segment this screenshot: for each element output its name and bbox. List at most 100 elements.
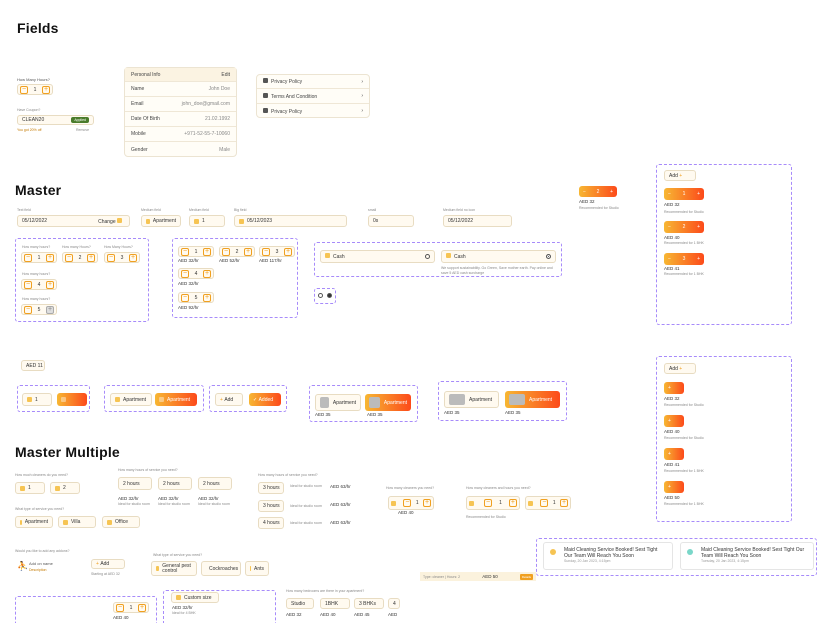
link-privacy-2[interactable]: Privacy Policy › [257, 104, 369, 118]
stepper-1[interactable]: −1 + [21, 252, 57, 263]
stepper-2[interactable]: −2 + [62, 252, 98, 263]
edit-button[interactable]: Edit [221, 72, 230, 78]
q-hours-2: How many Hours? [62, 245, 91, 249]
q-hours-3: How Many Hours? [104, 245, 133, 249]
coupon-remove-link[interactable]: Remove [76, 128, 89, 132]
summary-bar: Type: cleaner | Hours: 2 AED 50 Details [420, 572, 536, 581]
bed-studio[interactable]: Studio [286, 598, 314, 609]
stepper-4[interactable]: −4 + [21, 279, 57, 290]
coupon-field[interactable]: CLEAN20 Applied [17, 115, 94, 125]
radio-selected-icon[interactable] [327, 293, 332, 298]
option-1-selected[interactable] [57, 393, 87, 406]
text-field[interactable]: 05/12/2022 Change [17, 215, 130, 227]
type-apartment[interactable]: Apartment [15, 516, 53, 528]
minus-icon[interactable]: − [20, 85, 28, 94]
apartment-image [509, 394, 525, 405]
medium-field-2[interactable]: 1 [189, 215, 225, 227]
notification-2[interactable]: Maid Cleaning Service Booked! Sest Tight… [680, 542, 814, 570]
right-stepper-2[interactable]: −2 + [664, 221, 704, 233]
cleaners-stepper[interactable]: −1 + [388, 496, 434, 510]
stepper-5[interactable]: −5 + [21, 304, 57, 315]
hours-2a[interactable]: 2 hours [118, 477, 152, 490]
bottom-stepper[interactable]: −1 + [113, 602, 149, 613]
card-apartment[interactable]: Apartment [315, 394, 361, 411]
small-field[interactable]: 0s [368, 215, 414, 227]
right2-stepper-4[interactable]: + [664, 481, 684, 493]
right2-stepper-1[interactable]: + [664, 382, 684, 394]
type-cockroaches[interactable]: Cockroaches [201, 561, 241, 576]
addon-add-button[interactable]: + Add [91, 559, 125, 569]
minus-icon: − [24, 253, 32, 262]
medium-field-no-icon[interactable]: 05/12/2022 [443, 215, 512, 227]
notification-1[interactable]: Maid Cleaning Service Booked! Sest Tight… [543, 542, 673, 570]
price-stepper-2[interactable]: −2 + [219, 246, 255, 257]
bed-4[interactable]: 4 [388, 598, 400, 609]
minus-icon: − [222, 247, 230, 256]
bed-1bhk[interactable]: 1BHK [320, 598, 350, 609]
right2-stepper-2[interactable]: + [664, 415, 684, 427]
option-apartment-selected[interactable]: Apartment [155, 393, 197, 406]
plus-icon: + [46, 280, 54, 289]
price-stepper-4[interactable]: −4 + [178, 268, 214, 279]
payment-cash-1[interactable]: Cash [320, 250, 435, 263]
big-field[interactable]: 05/12/2023 [234, 215, 347, 227]
type-office[interactable]: Office [102, 516, 140, 528]
radio-icon[interactable] [425, 254, 430, 259]
minus-icon: − [181, 293, 189, 302]
status-dot-icon [687, 549, 693, 555]
cleaners-hours-stepper-2[interactable]: −1 + [525, 496, 571, 510]
price-stepper-1[interactable]: −1 + [178, 246, 214, 257]
building-icon [159, 397, 164, 402]
hours-3a[interactable]: 3 hours [258, 482, 284, 494]
right-add-button[interactable]: Add + [664, 170, 696, 181]
cash-icon [325, 253, 330, 258]
type-general[interactable]: General pest control [151, 561, 197, 576]
cleaners-2[interactable]: 2 [50, 482, 80, 494]
price-stepper-3[interactable]: −3 + [259, 246, 295, 257]
cleaners-1[interactable]: 1 [15, 482, 45, 494]
office-icon [107, 519, 112, 525]
hours-stepper[interactable]: − 1 + [17, 84, 53, 95]
plus-icon[interactable]: + [42, 85, 50, 94]
price-stepper-5[interactable]: −5 + [178, 292, 214, 303]
hours-2b[interactable]: 2 hours [158, 477, 192, 490]
person-icon [391, 500, 396, 506]
type-villa[interactable]: Villa [58, 516, 96, 528]
custom-size-button[interactable]: Custom size [171, 592, 219, 603]
card-apartment-2-selected[interactable]: Apartment [505, 391, 560, 408]
cleaners-hours-stepper-1[interactable]: −1 + [466, 496, 520, 510]
added-button[interactable]: ✓ Added [249, 393, 281, 406]
right2-stepper-3[interactable]: + [664, 448, 684, 460]
right-add-button-2[interactable]: Add + [664, 363, 696, 374]
details-button[interactable]: Details [519, 573, 533, 580]
change-button[interactable]: Change [98, 219, 116, 225]
radio-icon[interactable] [318, 293, 323, 298]
right-stepper-3[interactable]: −3 + [664, 253, 704, 265]
right-stepper-1[interactable]: −1 + [664, 188, 704, 200]
medium-field[interactable]: Apartment [141, 215, 181, 227]
type-ants[interactable]: Ants [245, 561, 269, 576]
medium-field-2-label: Medium field [189, 208, 209, 212]
coupon-note: You got 20% off [17, 128, 42, 132]
card-apartment-2[interactable]: Apartment [444, 391, 499, 408]
ruler-icon [176, 595, 181, 600]
gradient-stepper[interactable]: −2 + [579, 186, 617, 197]
person-icon [27, 397, 32, 402]
q-hours-5: How many hours? [22, 297, 51, 301]
stepper-3[interactable]: −3 + [104, 252, 140, 263]
radio-selected-icon[interactable] [546, 254, 551, 259]
hours-2c[interactable]: 2 hours [198, 477, 232, 490]
payment-cash-2[interactable]: Cash [441, 250, 556, 263]
link-terms[interactable]: Terms And Condition › [257, 89, 369, 104]
add-button[interactable]: + Add [215, 393, 243, 406]
bed-3bhk[interactable]: 3 BHKs [354, 598, 384, 609]
card-apartment-selected[interactable]: Apartment [365, 394, 411, 411]
hours-3b[interactable]: 3 hours [258, 500, 284, 512]
personal-info-title: Personal Info [131, 71, 161, 78]
check-icon: ✓ [253, 396, 258, 403]
option-1[interactable]: 1 [22, 393, 52, 406]
option-apartment[interactable]: Apartment [110, 393, 152, 406]
link-privacy[interactable]: Privacy Policy › [257, 75, 369, 89]
hours-4[interactable]: 4 hours [258, 517, 284, 529]
plus-icon: + [46, 253, 54, 262]
